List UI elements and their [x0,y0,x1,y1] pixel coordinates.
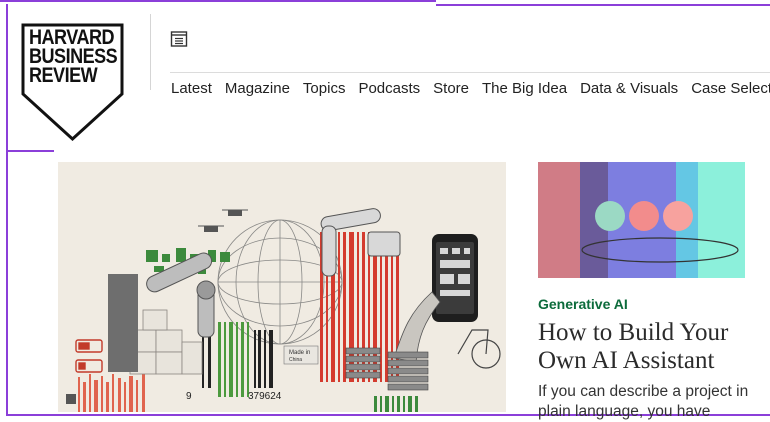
drone-graphic [198,209,248,232]
frame-left-lower-line [6,150,8,416]
header-divider [150,14,151,90]
nav-data-visuals[interactable]: Data & Visuals [580,80,678,97]
qr-square-graphic [66,394,76,404]
nav-podcasts[interactable]: Podcasts [358,80,420,97]
nav-topics[interactable]: Topics [303,80,346,97]
logo-wordmark: HARVARD BUSINESS REVIEW [29,26,118,87]
article-thumbnail[interactable] [538,162,745,278]
green-barcode-right-graphic [374,396,418,412]
shipping-boxes-graphic [129,309,203,375]
article-card[interactable]: Generative AI How to Build Your Own AI A… [538,162,770,420]
barcode-number: 379624 [248,391,282,402]
battery-icons [75,339,103,373]
red-barcode-bottom-graphic [78,374,145,412]
gray-door-panel [108,274,138,372]
made-in-sub-label: China [289,357,302,363]
hbr-logo[interactable]: HARVARD BUSINESS REVIEW [20,22,125,142]
green-barcode-graphic [218,322,249,397]
nav-case-selections[interactable]: Case Selections [691,80,770,97]
article-topic[interactable]: Generative AI [538,296,628,312]
hero-illustration[interactable]: 9 379624 Made in China [58,162,506,412]
menu-list-icon[interactable] [170,30,188,48]
bicycle-graphic [457,329,501,369]
made-in-label: Made in [289,350,310,356]
article-title[interactable]: How to Build Your Own AI Assistant [538,319,770,375]
frame-mid-line [6,150,54,152]
nav-big-idea[interactable]: The Big Idea [482,80,567,97]
nav-divider [170,72,770,73]
smartphone-graphic [432,234,478,322]
article-summary: If you can describe a project in plain l… [538,383,749,420]
nav-store[interactable]: Store [433,80,469,97]
nav-latest[interactable]: Latest [171,80,212,97]
nav-magazine[interactable]: Magazine [225,80,290,97]
hand-graphic [393,291,441,363]
barcode-prefix: 9 [186,391,192,402]
primary-nav: Latest Magazine Topics Podcasts Store The Big… [171,80,770,100]
site-header: HARVARD BUSINESS REVIEW Latest Magazine To… [0,0,770,150]
